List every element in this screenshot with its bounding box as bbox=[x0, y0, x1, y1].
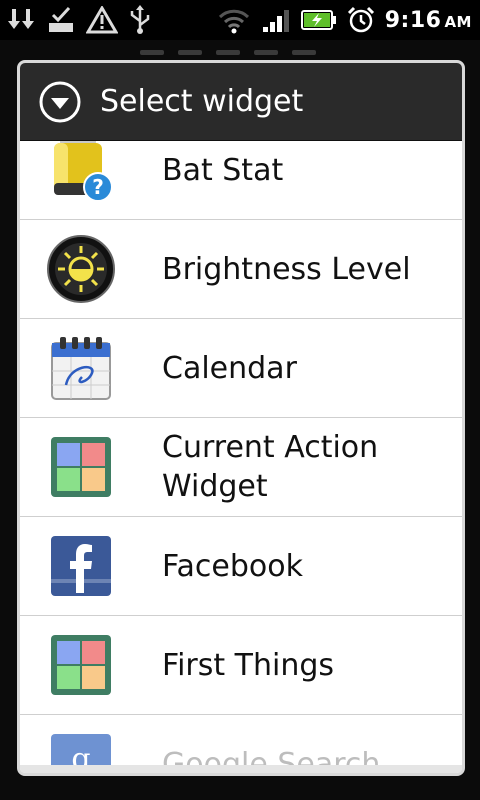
list-item-label: Bat Stat bbox=[162, 152, 284, 188]
list-item-current-action-widget[interactable]: Current Action Widget bbox=[20, 418, 462, 517]
list-item-label: Brightness Level bbox=[162, 251, 411, 287]
facebook-icon bbox=[46, 531, 116, 601]
battery-question-icon: ? bbox=[46, 141, 116, 205]
task-check-icon bbox=[46, 5, 76, 35]
list-item-facebook[interactable]: Facebook bbox=[20, 517, 462, 616]
list-item-google-search[interactable]: g Google Search bbox=[20, 715, 462, 765]
warning-icon bbox=[86, 6, 118, 34]
list-item-label: Facebook bbox=[162, 548, 303, 584]
widget-list[interactable]: ? Bat Stat Brightness Level Calendar Cur… bbox=[20, 141, 462, 765]
select-widget-dialog: Select widget ? Bat Stat Brightness Leve… bbox=[17, 60, 465, 776]
usb-icon bbox=[128, 5, 152, 35]
tiles-icon bbox=[46, 630, 116, 700]
svg-text:g: g bbox=[71, 742, 90, 765]
list-item-label: Calendar bbox=[162, 350, 297, 386]
alarm-icon bbox=[347, 6, 375, 34]
list-item-first-things[interactable]: First Things bbox=[20, 616, 462, 715]
chevron-down-icon bbox=[38, 80, 82, 124]
wifi-icon bbox=[217, 6, 251, 34]
list-item-brightness-level[interactable]: Brightness Level bbox=[20, 220, 462, 319]
list-bottom-edge bbox=[20, 765, 462, 773]
list-item-label: First Things bbox=[162, 647, 335, 683]
dialog-header: Select widget bbox=[20, 63, 462, 141]
tiles-icon bbox=[46, 432, 116, 502]
signal-icon bbox=[261, 7, 291, 33]
clock: 9:16 AM bbox=[385, 8, 472, 33]
clock-time: 9:16 bbox=[384, 7, 442, 33]
calendar-icon bbox=[46, 333, 116, 403]
list-item-bat-stat[interactable]: ? Bat Stat bbox=[20, 141, 462, 220]
battery-charging-icon bbox=[300, 9, 337, 31]
brightness-icon bbox=[46, 234, 116, 304]
dialog-title: Select widget bbox=[100, 84, 304, 119]
status-bar: 9:16 AM bbox=[0, 0, 480, 40]
list-item-calendar[interactable]: Calendar bbox=[20, 319, 462, 418]
google-search-icon: g bbox=[46, 729, 116, 765]
svg-text:?: ? bbox=[92, 175, 104, 199]
download-icon bbox=[8, 7, 36, 33]
clock-ampm: AM bbox=[444, 12, 472, 31]
list-item-label: Google Search bbox=[162, 746, 381, 766]
home-screen-indicator bbox=[140, 50, 350, 56]
list-item-label: Current Action Widget bbox=[162, 430, 379, 504]
